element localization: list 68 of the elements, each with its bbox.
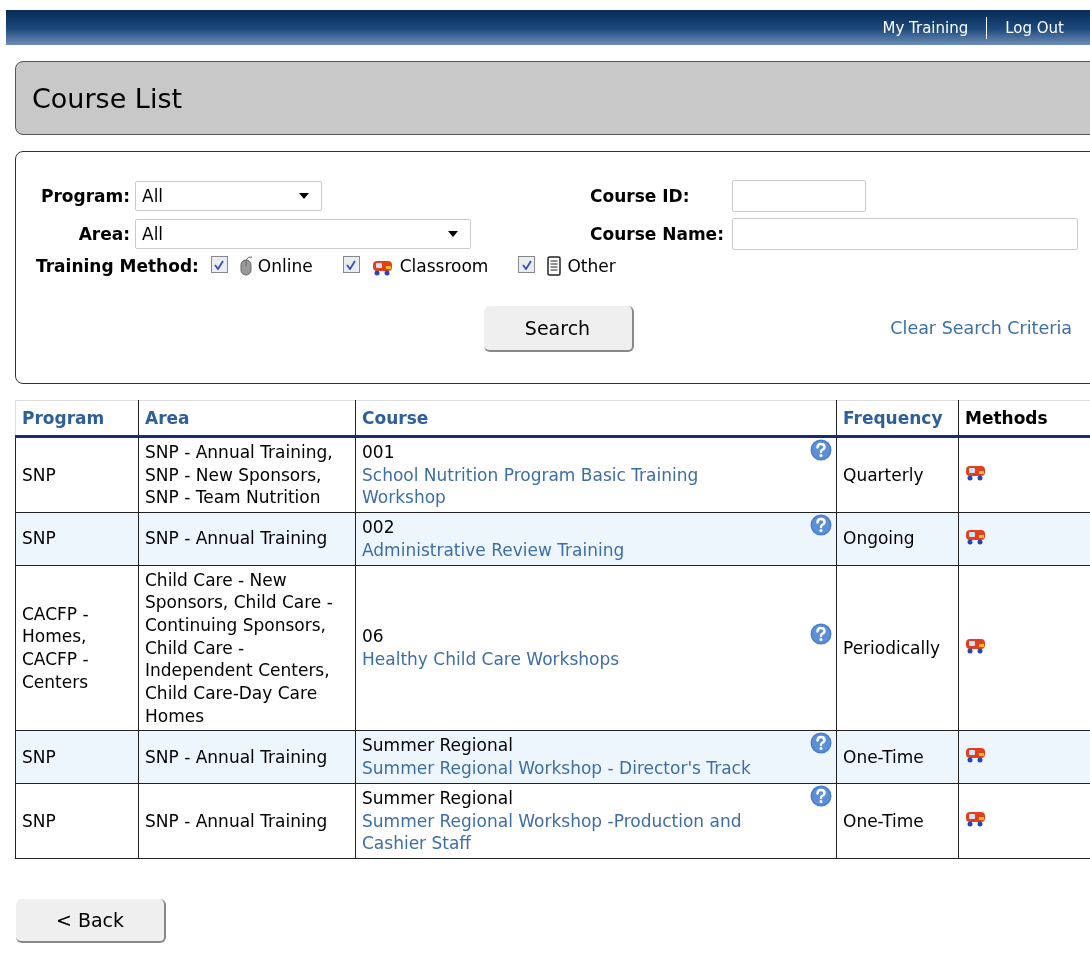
course-title-link[interactable]: Summer Regional Workshop -Production and Cashier Staff (362, 809, 770, 855)
table-cell: SNP - Annual Training (138, 730, 356, 784)
help-icon[interactable] (810, 623, 832, 646)
bus-icon (965, 809, 987, 828)
nav-link[interactable]: Log Out (993, 18, 1076, 37)
course-id: 001 (362, 441, 396, 464)
help-icon[interactable] (810, 439, 832, 461)
document-icon (547, 256, 562, 276)
help-icon[interactable] (810, 732, 832, 755)
column-header-link[interactable]: Program (15, 400, 139, 437)
help-icon[interactable] (810, 784, 832, 807)
dropdown[interactable]: All (135, 181, 322, 211)
checkbox[interactable] (342, 256, 360, 273)
page-title: Course List (32, 82, 183, 114)
field-label: Training Method: (36, 256, 200, 276)
course-id: 002 (362, 516, 396, 539)
table-cell: Quarterly (836, 436, 959, 513)
table-cell: Periodically (836, 565, 959, 731)
table-cell: SNP (15, 783, 139, 859)
input-field[interactable] (732, 218, 1078, 250)
help-icon[interactable] (810, 514, 832, 537)
bus-icon (965, 636, 987, 655)
search-button[interactable]: Search (483, 306, 634, 352)
bus-icon (371, 258, 394, 276)
table-cell: One-Time (836, 730, 959, 784)
table-cell: One-Time (836, 783, 959, 859)
table-cell: SNP - Annual Training (138, 783, 356, 859)
nav-link[interactable]: My Training (870, 18, 981, 37)
caret-icon (299, 193, 309, 199)
column-header-link[interactable]: Frequency (836, 400, 959, 437)
check-icon (346, 259, 357, 270)
check-icon (214, 259, 225, 270)
bus-icon (965, 463, 987, 482)
table-cell: Ongoing (836, 512, 959, 565)
column-header-link[interactable]: Area (138, 400, 356, 437)
course-title-link[interactable]: Administrative Review Training (362, 538, 770, 562)
field-label: Area: (77, 224, 131, 244)
dropdown[interactable]: All (135, 219, 471, 249)
clear-link[interactable]: Clear Search Criteria (890, 318, 1072, 338)
check-icon (521, 259, 532, 270)
field-label: Course Name: (590, 224, 725, 244)
checkbox-label: Other (567, 256, 616, 276)
checkbox[interactable] (518, 256, 536, 273)
course-title-link[interactable]: Summer Regional Workshop - Director's Track (362, 757, 770, 780)
table-cell: SNP (15, 436, 139, 513)
bus-icon (965, 745, 987, 764)
field-label: Course ID: (590, 186, 691, 206)
course-title-link[interactable]: Healthy Child Care Workshops (362, 647, 770, 671)
checkbox-label: Online (257, 256, 313, 276)
mouse-icon (239, 256, 252, 276)
table-cell: SNP (15, 730, 139, 784)
caret-icon (448, 231, 458, 237)
checkbox[interactable] (210, 256, 228, 273)
course-id: Summer Regional (362, 786, 514, 810)
table-cell: Child Care - New Sponsors, Child Care - Continuing Sponsors, Child Care - Independent Centers, Child Care-Day Care Homes (138, 565, 356, 731)
course-id: Summer Regional (362, 734, 514, 758)
table-cell: CACFP - Homes, CACFP - Centers (15, 565, 139, 731)
column-header: Methods (958, 400, 1090, 437)
table-cell: SNP (15, 512, 139, 565)
table-cell: SNP - Annual Training, SNP - New Sponsors, SNP - Team Nutrition (138, 436, 356, 513)
back-button[interactable]: < Back (16, 898, 166, 943)
course-id: 06 (362, 625, 385, 648)
column-header-link[interactable]: Course (355, 400, 837, 437)
table-cell: SNP - Annual Training (138, 512, 356, 565)
input-field[interactable] (732, 180, 866, 212)
field-label: Program: (39, 186, 131, 206)
course-title-link[interactable]: School Nutrition Program Basic Training Workshop (362, 463, 770, 510)
checkbox-label: Classroom (399, 256, 489, 276)
